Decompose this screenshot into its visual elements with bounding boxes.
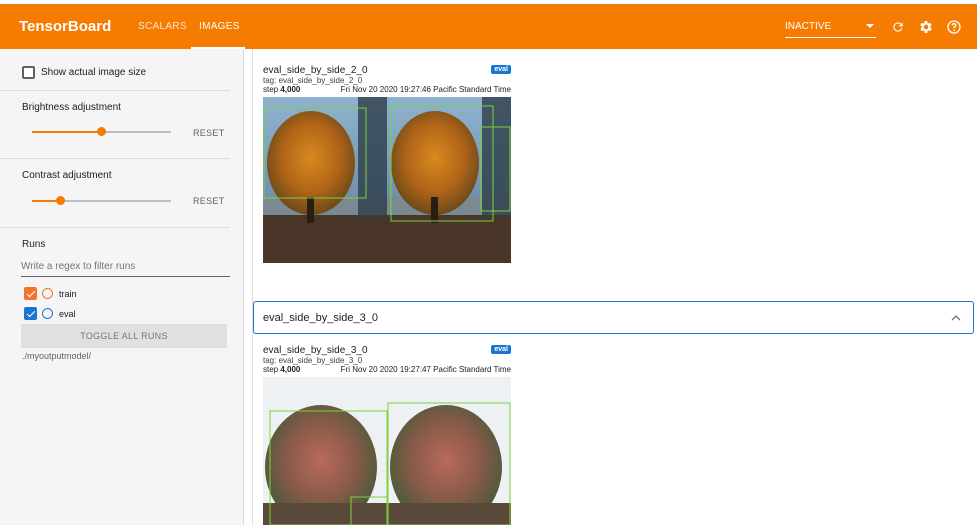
brightness-slider-thumb[interactable]	[97, 127, 106, 136]
run-badge: eval	[491, 65, 511, 74]
card-title: eval_side_by_side_3_0	[263, 345, 368, 356]
show-actual-size-checkbox[interactable]	[22, 66, 35, 79]
show-actual-size-label: Show actual image size	[41, 67, 147, 78]
tab-images[interactable]: IMAGES	[191, 4, 245, 49]
eval-color-circle	[42, 308, 53, 319]
app-title: TensorBoard	[19, 18, 112, 35]
step-label: step	[263, 85, 279, 94]
divider	[0, 227, 230, 228]
card-timestamp: Fri Nov 20 2020 19:27:46 Pacific Standar…	[340, 85, 511, 94]
contrast-reset-button[interactable]: RESET	[193, 196, 225, 206]
side-by-side-image[interactable]	[263, 97, 511, 263]
help-icon[interactable]	[945, 18, 963, 36]
status-select[interactable]: INACTIVE	[785, 16, 876, 38]
step-label: step	[263, 365, 279, 374]
image-card: eval_side_by_side_3_0 eval tag: eval_sid…	[263, 345, 511, 525]
card-meta: step 4,000 Fri Nov 20 2020 19:27:46 Paci…	[263, 85, 511, 94]
step-value: 4,000	[280, 85, 301, 94]
brightness-slider-fill	[32, 131, 102, 133]
card-timestamp: Fri Nov 20 2020 19:27:47 Pacific Standar…	[340, 365, 511, 374]
sidebar: Show actual image size Brightness adjust…	[0, 49, 244, 525]
status-value: INACTIVE	[785, 20, 832, 32]
card-meta: step 4,000 Fri Nov 20 2020 19:27:47 Paci…	[263, 365, 511, 374]
train-checkbox[interactable]	[24, 287, 37, 300]
tab-scalars[interactable]: SCALARS	[130, 4, 186, 49]
gear-icon[interactable]	[917, 18, 935, 36]
run-item-train[interactable]: train	[24, 287, 77, 300]
run-badge: eval	[491, 345, 511, 354]
toggle-all-runs-button[interactable]: TOGGLE ALL RUNS	[21, 324, 227, 348]
eval-checkbox[interactable]	[24, 307, 37, 320]
runs-title: Runs	[22, 239, 46, 250]
brightness-label: Brightness adjustment	[22, 102, 121, 113]
contrast-slider-thumb[interactable]	[56, 196, 65, 205]
run-item-eval[interactable]: eval	[24, 307, 76, 320]
toolbar: TensorBoard SCALARS IMAGES INACTIVE	[0, 4, 977, 49]
step-value: 4,000	[280, 365, 301, 374]
train-label: train	[59, 288, 77, 299]
side-by-side-image[interactable]	[263, 377, 511, 525]
brightness-reset-button[interactable]: RESET	[193, 128, 225, 138]
divider	[0, 90, 230, 91]
card-tag: tag: eval_side_by_side_2_0	[263, 76, 363, 85]
logdir-label: ./myoutputmodel/	[22, 351, 92, 361]
refresh-icon[interactable]	[889, 18, 907, 36]
main-content: eval_side_by_side_2_0 eval tag: eval_sid…	[252, 49, 977, 525]
contrast-label: Contrast adjustment	[22, 170, 112, 181]
run-filter-input[interactable]	[21, 257, 230, 277]
image-card: eval_side_by_side_2_0 eval tag: eval_sid…	[263, 65, 511, 265]
card-title: eval_side_by_side_2_0	[263, 65, 368, 76]
chevron-down-icon	[866, 24, 874, 28]
chevron-up-icon[interactable]	[951, 314, 961, 321]
show-actual-size-row[interactable]: Show actual image size	[22, 66, 266, 79]
image-group-header[interactable]: eval_side_by_side_3_0	[253, 301, 974, 334]
group-title: eval_side_by_side_3_0	[263, 311, 378, 324]
eval-label: eval	[59, 308, 76, 319]
divider	[0, 158, 230, 159]
card-tag: tag: eval_side_by_side_3_0	[263, 356, 363, 365]
train-color-circle	[42, 288, 53, 299]
